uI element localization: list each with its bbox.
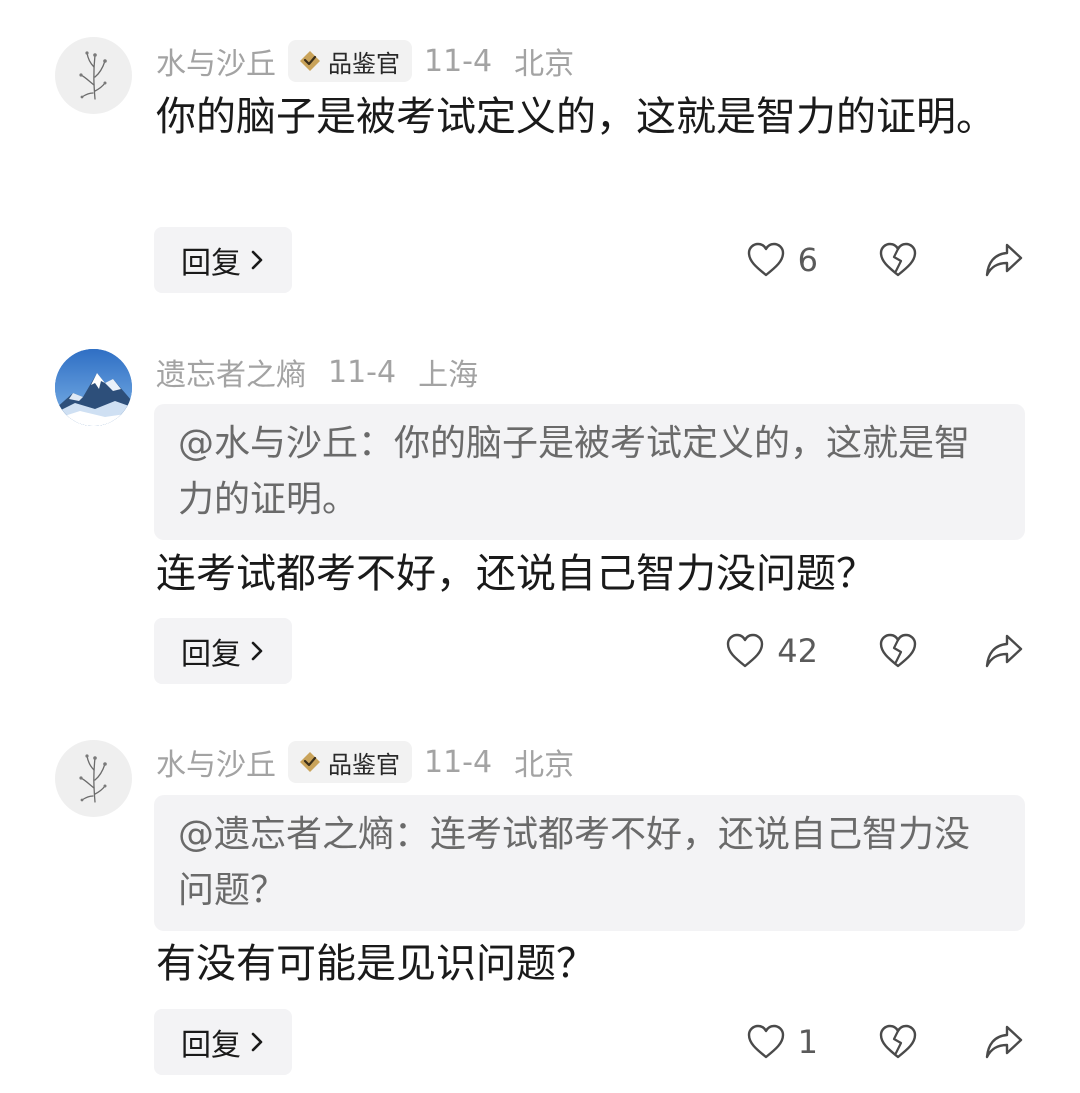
comment-body: 有没有可能是见识问题？ (156, 941, 596, 987)
like-count: 6 (797, 241, 818, 279)
comment-meta: 遗忘者之熵 11-4 上海 (156, 350, 478, 394)
comment-location: 北京 (514, 47, 575, 82)
gold-diamond-badge-icon (300, 752, 320, 772)
comment-date: 11-4 (328, 354, 397, 390)
badge-label: 品鉴官 (328, 49, 400, 78)
badge: 品鉴官 (288, 40, 412, 82)
comment-actions: 1 (746, 1009, 1025, 1075)
comment-meta: 水与沙丘 品鉴官 11-4 北京 (156, 740, 574, 784)
share-arrow-icon (985, 243, 1023, 277)
reply-button[interactable]: 回复 (154, 618, 292, 684)
reply-label: 回复 (181, 637, 241, 672)
heart-outline-icon (727, 633, 764, 668)
reply-button[interactable]: 回复 (154, 1009, 292, 1075)
comment-location: 北京 (514, 748, 575, 783)
author-name[interactable]: 遗忘者之熵 (156, 350, 306, 394)
share-arrow-icon (985, 1025, 1023, 1059)
comment-body: 连考试都考不好，还说自己智力没问题？ (156, 551, 876, 597)
plant-sketch-icon (79, 51, 107, 100)
heart-outline-icon (747, 1024, 784, 1059)
like-button[interactable]: 42 (725, 632, 818, 670)
comment-actions: 6 (746, 227, 1025, 293)
dislike-button[interactable] (878, 632, 918, 670)
avatar[interactable] (55, 349, 132, 426)
comment-meta: 水与沙丘 品鉴官 11-4 北京 (156, 39, 574, 83)
chevron-right-icon (251, 250, 263, 270)
author-name[interactable]: 水与沙丘 (156, 740, 276, 784)
chevron-right-icon (251, 641, 263, 661)
comment-date: 11-4 (424, 744, 493, 780)
heart-outline-icon (747, 242, 784, 277)
reply-label: 回复 (181, 1028, 241, 1063)
snow-mountain-icon (55, 349, 132, 426)
comment-location: 上海 (418, 358, 479, 393)
badge-label: 品鉴官 (328, 750, 400, 779)
dislike-button[interactable] (878, 1023, 918, 1061)
gold-diamond-badge-icon (300, 51, 320, 71)
badge: 品鉴官 (288, 741, 412, 783)
quoted-comment[interactable]: @遗忘者之熵：连考试都考不好，还说自己智力没问题？ (154, 795, 1025, 931)
avatar[interactable] (55, 37, 132, 114)
share-arrow-icon (985, 634, 1023, 668)
quoted-comment[interactable]: @水与沙丘：你的脑子是被考试定义的，这就是智力的证明。 (154, 404, 1025, 540)
reply-label: 回复 (181, 246, 241, 281)
like-button[interactable]: 6 (746, 241, 818, 279)
dislike-button[interactable] (878, 241, 918, 279)
reply-button[interactable]: 回复 (154, 227, 292, 293)
comment-body: 你的脑子是被考试定义的，这就是智力的证明。 (156, 94, 996, 140)
avatar[interactable] (55, 740, 132, 817)
broken-heart-icon (879, 1024, 917, 1059)
share-button[interactable] (983, 632, 1025, 670)
author-name[interactable]: 水与沙丘 (156, 39, 276, 83)
broken-heart-icon (879, 633, 917, 668)
share-button[interactable] (983, 241, 1025, 279)
comment-date: 11-4 (424, 43, 493, 79)
plant-sketch-icon (79, 754, 107, 803)
like-count: 1 (797, 1023, 818, 1061)
share-button[interactable] (983, 1023, 1025, 1061)
broken-heart-icon (879, 242, 917, 277)
chevron-right-icon (251, 1032, 263, 1052)
like-count: 42 (777, 632, 818, 670)
like-button[interactable]: 1 (746, 1023, 818, 1061)
comment-actions: 42 (725, 618, 1025, 684)
